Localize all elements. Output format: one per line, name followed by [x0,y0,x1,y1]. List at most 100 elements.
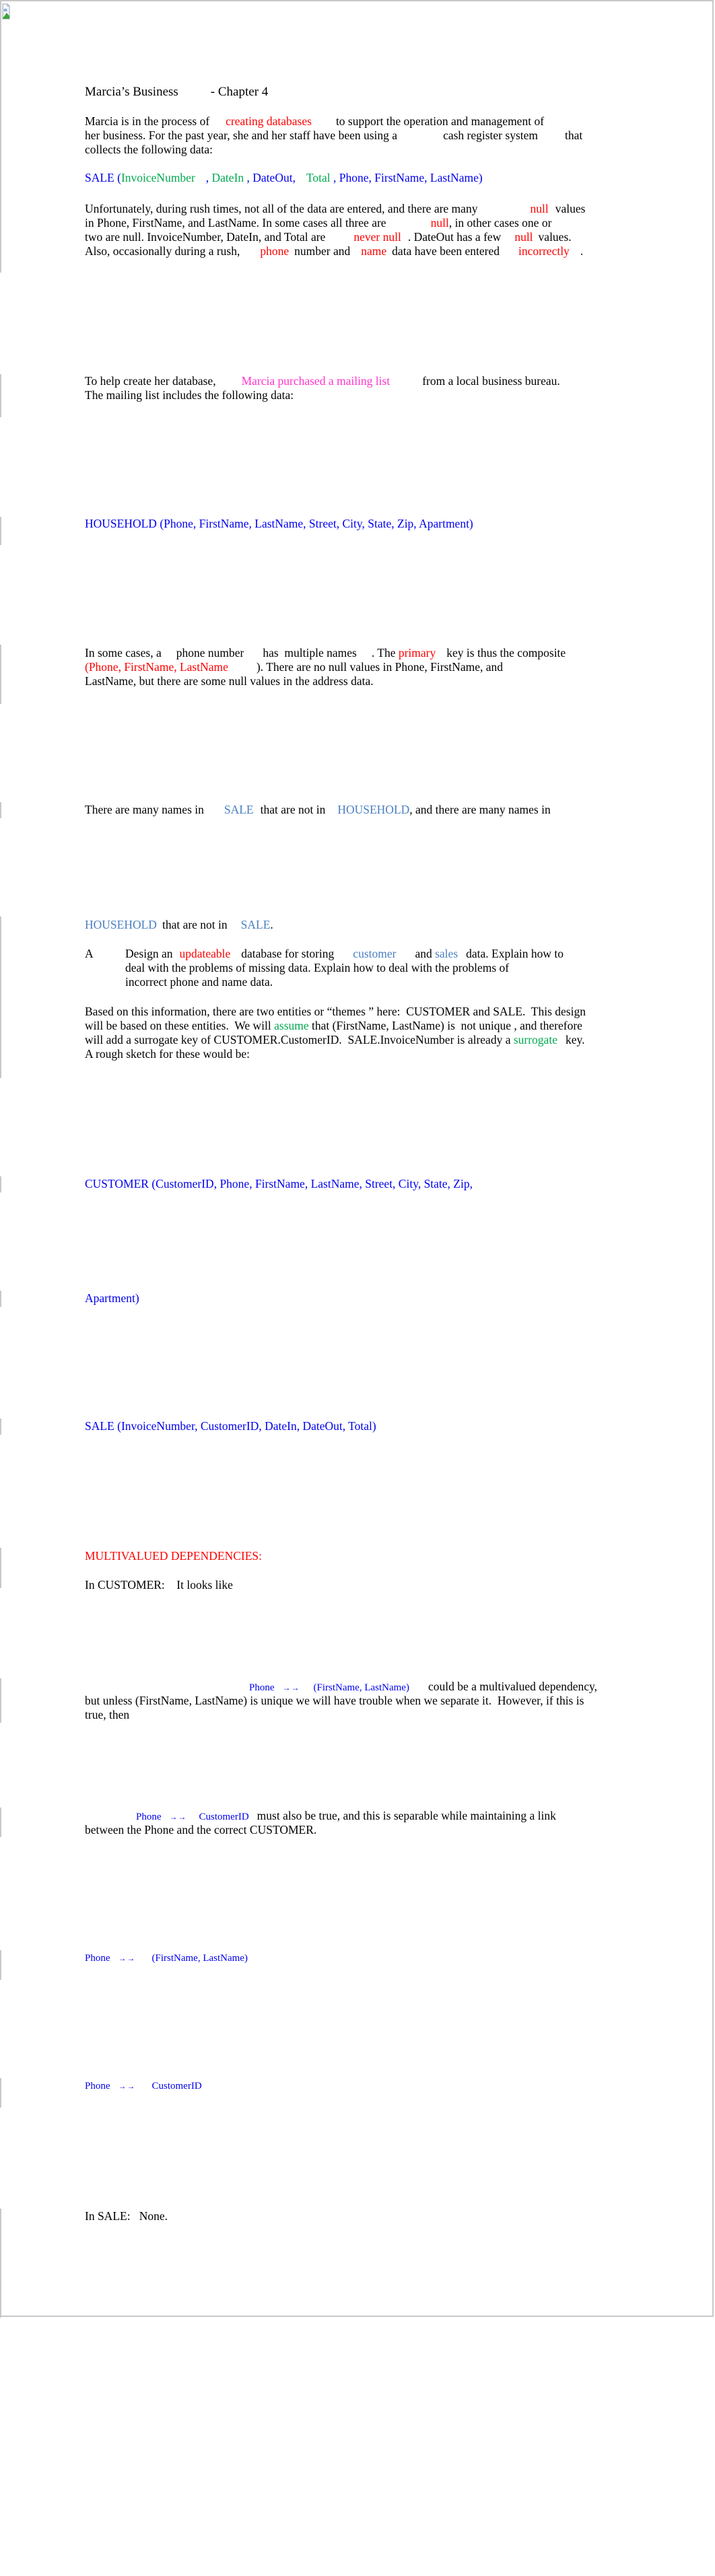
title-left: Marcia’s Business [85,85,178,99]
text: . The [371,646,396,659]
left-border-segment [0,1678,1,1723]
mvd-rhs: CustomerID [199,1812,249,1822]
answer-line-3: will add a surrogate key of CUSTOMER.Cus… [85,1033,584,1048]
left-border-segment [0,1176,1,1192]
text: ). There are no null values in Phone, Fi… [256,660,503,674]
composite-line-1: In some cases, a phone number has multiple… [85,646,566,661]
title-right: - Chapter 4 [210,85,269,99]
text: , DateOut, [246,171,296,184]
text: two are null. InvoiceNumber, DateIn, and… [85,230,326,244]
text: from a local business bureau. [422,374,560,388]
highlight-household: HOUSEHOLD [337,803,410,816]
mvd-lhs: Phone [85,1953,110,1964]
intro-line-2: her business. For the past year, she and… [85,129,582,143]
text: Design an [125,947,173,960]
customer-schema-line-1: CUSTOMER (CustomerID, Phone, FirstName, … [85,1177,473,1190]
text: , in other cases one or [448,216,552,229]
nulls-line-1: Unfortunately, during rush times, not al… [85,202,585,217]
in-sale-line: In SALE: None. [85,2209,168,2223]
question-label: A [85,947,94,960]
left-border-segment [0,1808,1,1837]
text: that [565,129,583,142]
highlight-incorrectly: incorrectly [518,244,570,258]
text: that (FirstName, LastName) is not unique… [312,1019,582,1032]
left-border-segment [0,917,1,1078]
mvd-lhs: Phone [85,2081,110,2091]
mailing-line-1: To help create her database, Marcia purch… [85,374,560,389]
document-page [0,0,714,2317]
text: Marcia is in the process of [85,114,210,128]
highlight-primary: primary [398,646,436,659]
question-line-3: incorrect phone and name data. [125,975,273,989]
highlight-null: null [514,230,533,244]
text: and [415,947,432,960]
highlight-never-null: never null [353,230,401,244]
left-border-segment [0,802,1,818]
highlight-name: name [361,244,387,258]
text: values [555,202,586,215]
text: her business. For the past year, she and… [85,129,398,142]
text: phone number [176,646,244,659]
nulls-line-2: in Phone, FirstName, and LastName. In so… [85,216,551,231]
mvd-rhs: (FirstName, LastName) [313,1682,409,1693]
mvd-lhs: Phone [249,1682,275,1693]
text: , and there are many names in [409,803,551,816]
left-border-segment [0,517,1,545]
left-border-segment [0,1548,1,1588]
answer-line-2: will be based on these entities. We will… [85,1019,582,1034]
highlight-customer: customer [353,947,397,960]
text: values. [538,230,572,244]
text: number and [294,244,351,258]
mvd-rhs: CustomerID [151,2081,202,2091]
multivalued-arrow-icon: →→ [118,1954,136,1963]
multivalued-arrow-icon: →→ [118,2081,136,2091]
text: There are many names in [85,803,204,816]
names-line-2: HOUSEHOLD that are not in SALE. [85,918,273,933]
in-customer-line: In CUSTOMER: It looks like [85,1578,233,1591]
mailing-line-2: The mailing list includes the following … [85,388,294,402]
highlight-surrogate: surrogate [513,1033,557,1046]
text: key. [565,1033,585,1046]
highlight-composite-key: (Phone, FirstName, LastName [85,660,228,674]
text: , [205,171,209,184]
intro-line-3: collects the following data: [85,143,213,156]
text: has multiple names [263,646,357,659]
left-border-segment [0,645,1,704]
nulls-line-3: two are null. InvoiceNumber, DateIn, and… [85,230,572,245]
text: cash register system [443,129,538,142]
mvd1-line-3: true, then [85,1708,130,1721]
answer-line-1: Based on this information, there are two… [85,1005,586,1018]
text: . [580,244,584,258]
highlight-sale: SALE [240,918,271,931]
question-line-2: deal with the problems of missing data. … [125,961,510,974]
intro-line-1: Marcia is in the process of creating data… [85,114,544,129]
mvd1-line-1: Phone →→ (FirstName, LastName) could be a m… [85,1680,597,1696]
text: , Phone, FirstName, LastName) [333,171,483,184]
mvd3-line: Phone →→ (FirstName, LastName) [85,1952,248,1966]
text: will add a surrogate key of CUSTOMER.Cus… [85,1033,511,1046]
text: in Phone, FirstName, and LastName. In so… [85,216,386,229]
text: Also, occasionally during a rush, [85,244,240,258]
highlight-updateable: updateable [179,947,231,960]
text: . [270,918,273,931]
text: In some cases, a [85,646,162,659]
broken-image-icon [2,3,10,20]
mvd4-line: Phone →→ CustomerID [85,2079,202,2094]
text: . DateOut has a few [407,230,502,244]
left-border-segment [0,0,1,273]
attr-invoice-number: InvoiceNumber [121,171,195,184]
mvd2-line-2: between the Phone and the correct CUSTOM… [85,1823,317,1836]
highlight-creating-databases: creating databases [226,114,312,128]
highlight-sale: SALE [224,803,254,816]
customer-schema-line-2: Apartment) [85,1291,139,1305]
highlight-null: null [430,216,449,229]
highlight-mailing-list: Marcia purchased a mailing list [241,374,390,388]
mvd-heading: MULTIVALUED DEPENDENCIES: [85,1549,262,1563]
text: Unfortunately, during rush times, not al… [85,202,478,215]
text: that are not in [162,918,228,931]
mvd-lhs: Phone [136,1812,162,1822]
left-border-segment [0,1291,1,1307]
attr-total: Total [306,171,331,184]
text: key is thus the composite [446,646,566,659]
text: could be a multivalued dependency, [428,1680,598,1693]
